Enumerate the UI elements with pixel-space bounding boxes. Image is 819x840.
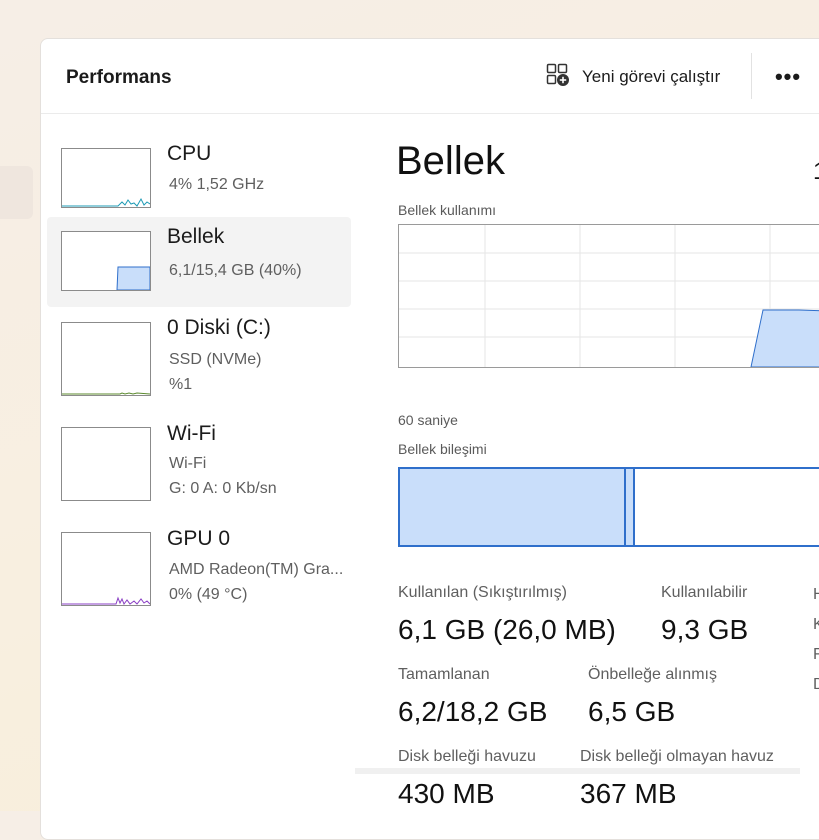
sidebar-item-detail: Wi-Fi [169,455,207,472]
run-task-icon [546,63,570,92]
clipped-label-3: F [813,646,819,663]
committed-label: Tamamlanan [398,666,490,683]
wifi-thumbnail-graph [61,427,151,501]
sidebar-item-detail-2: G: 0 A: 0 Kb/sn [169,480,277,497]
available-label: Kullanılabilir [661,584,748,601]
clipped-label-2: K [813,616,819,633]
sidebar-item-detail-2: %1 [169,376,193,393]
sidebar-item-detail-2: 0% (49 °C) [169,586,248,603]
in-use-label: Kullanılan (Sıkıştırılmış) [398,584,567,601]
sidebar-item-detail: AMD Radeon(TM) Gra... [169,561,344,578]
run-new-task-button[interactable]: Yeni görevi çalıştır [546,61,720,93]
memory-usage-graph [398,224,819,368]
detail-title-right-value: 1 [813,158,819,186]
committed-value: 6,2/18,2 GB [398,696,548,727]
cached-label: Önbelleğe alınmış [588,666,717,683]
more-options-button[interactable]: ••• [771,63,805,91]
header-divider [751,53,752,99]
page-header: Performans Yeni görevi çalıştır ••• [41,39,819,114]
paged-pool-label: Disk belleği havuzu [398,748,536,765]
usage-caption: Bellek kullanımı [398,202,497,218]
available-value: 9,3 GB [661,614,749,645]
task-manager-window: Performans Yeni görevi çalıştır ••• CPU … [40,38,819,840]
run-new-task-label: Yeni görevi çalıştır [582,67,721,86]
nonpaged-pool-value: 367 MB [580,778,677,809]
sidebar-item-name: 0 Diski (C:) [167,316,271,339]
in-use-value: 6,1 GB (26,0 MB) [398,614,616,645]
sidebar-item-detail: SSD (NVMe) [169,351,262,368]
sidebar-item-cpu[interactable]: CPU 4% 1,52 GHz [47,134,351,224]
clipped-label-1: H [813,586,819,603]
memory-thumbnail-graph [61,231,151,291]
cpu-thumbnail-graph [61,148,151,208]
nonpaged-pool-label: Disk belleği olmayan havuz [580,748,774,765]
paged-pool-value: 430 MB [398,778,495,809]
sidebar-item-name: Wi-Fi [167,422,216,445]
sidebar-item-wifi[interactable]: Wi-Fi Wi-Fi G: 0 A: 0 Kb/sn [47,414,351,504]
page-title: Performans [66,67,172,88]
clipped-label-4: D [813,676,819,693]
background-nav-highlight [0,166,33,219]
sidebar-item-name: Bellek [167,225,225,248]
cached-value: 6,5 GB [588,696,676,727]
sidebar-item-detail: 4% 1,52 GHz [169,176,265,193]
detail-title: Bellek [396,139,505,183]
memory-composition-bar [398,467,819,547]
sidebar-item-detail: 6,1/15,4 GB (40%) [169,262,302,279]
sidebar-item-disk[interactable]: 0 Diski (C:) SSD (NVMe) %1 [47,308,351,398]
time-span-caption: 60 saniye [398,412,458,428]
scroll-edge [355,768,800,774]
disk-thumbnail-graph [61,322,151,396]
sidebar-item-name: CPU [167,142,212,165]
sidebar-item-memory[interactable]: Bellek 6,1/15,4 GB (40%) [47,217,351,307]
sidebar-item-gpu[interactable]: GPU 0 AMD Radeon(TM) Gra... 0% (49 °C) [47,519,351,609]
gpu-thumbnail-graph [61,532,151,606]
composition-caption: Bellek bileşimi [398,441,487,457]
sidebar-item-name: GPU 0 [167,527,231,550]
